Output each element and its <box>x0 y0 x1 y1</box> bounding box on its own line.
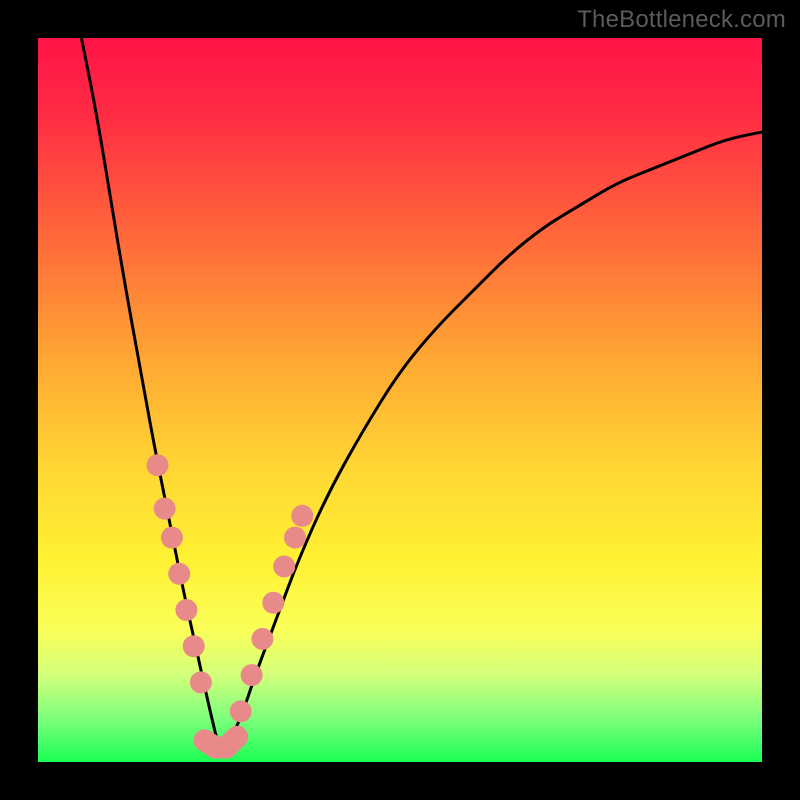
data-marker <box>251 628 273 650</box>
bottom-marker-band <box>205 737 238 748</box>
data-marker <box>284 527 306 549</box>
marker-group-right <box>230 505 314 723</box>
data-marker <box>230 700 252 722</box>
data-marker <box>273 556 295 578</box>
watermark-text: TheBottleneck.com <box>577 6 786 34</box>
chart-stage: TheBottleneck.com <box>0 0 800 800</box>
data-marker <box>291 505 313 527</box>
bottleneck-curve <box>81 38 762 748</box>
data-marker <box>183 635 205 657</box>
data-marker <box>154 498 176 520</box>
marker-group-left <box>147 454 212 693</box>
curve-layer <box>38 38 762 762</box>
data-marker <box>161 527 183 549</box>
data-marker <box>241 664 263 686</box>
data-marker <box>175 599 197 621</box>
data-marker <box>190 671 212 693</box>
data-marker <box>262 592 284 614</box>
data-marker <box>147 454 169 476</box>
data-marker <box>168 563 190 585</box>
